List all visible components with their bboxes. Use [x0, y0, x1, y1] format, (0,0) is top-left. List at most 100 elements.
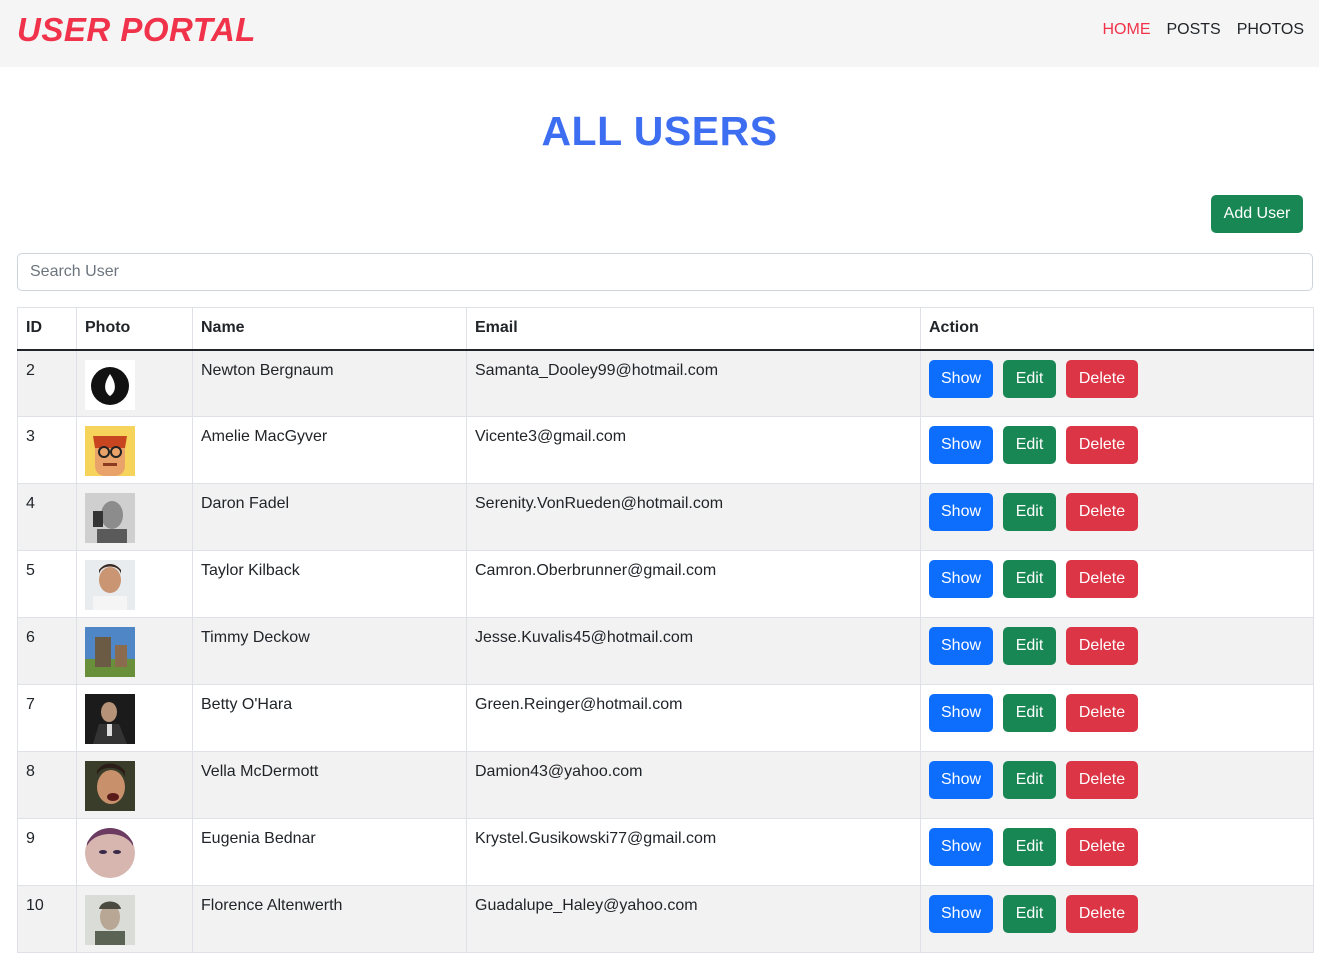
cell-email: Jesse.Kuvalis45@hotmail.com [466, 617, 921, 685]
delete-button[interactable]: Delete [1066, 828, 1138, 866]
edit-button[interactable]: Edit [1003, 493, 1056, 531]
cell-email: Damion43@yahoo.com [466, 751, 921, 819]
cell-actions: Show Edit Delete [920, 617, 1314, 685]
brand-logo[interactable]: USER PORTAL [17, 11, 256, 49]
cell-photo [76, 885, 193, 953]
table-row: 10 Florence Altenwerth Guadalupe_Haley@y… [17, 885, 1314, 953]
row-actions: Show Edit Delete [929, 895, 1305, 933]
cell-name: Betty O'Hara [192, 684, 467, 752]
delete-button[interactable]: Delete [1066, 761, 1138, 799]
cell-id: 9 [17, 818, 77, 886]
cell-name: Taylor Kilback [192, 550, 467, 618]
header-email: Email [466, 307, 921, 351]
search-input[interactable] [17, 253, 1313, 291]
cell-id: 3 [17, 416, 77, 484]
cell-id: 5 [17, 550, 77, 618]
row-actions: Show Edit Delete [929, 761, 1305, 799]
edit-button[interactable]: Edit [1003, 426, 1056, 464]
header-photo: Photo [76, 307, 193, 351]
edit-button[interactable]: Edit [1003, 895, 1056, 933]
users-table: ID Photo Name Email Action 2 Newton Berg… [17, 307, 1314, 953]
table-header-row: ID Photo Name Email Action [17, 307, 1314, 351]
cell-photo [76, 483, 193, 551]
cell-email: Vicente3@gmail.com [466, 416, 921, 484]
cell-actions: Show Edit Delete [920, 684, 1314, 752]
cell-name: Florence Altenwerth [192, 885, 467, 953]
cell-name: Timmy Deckow [192, 617, 467, 685]
page-title: ALL USERS [541, 108, 778, 154]
edit-button[interactable]: Edit [1003, 694, 1056, 732]
cell-photo [76, 818, 193, 886]
user-avatar [85, 493, 135, 543]
show-button[interactable]: Show [929, 694, 993, 732]
delete-button[interactable]: Delete [1066, 560, 1138, 598]
cell-id: 10 [17, 885, 77, 953]
edit-button[interactable]: Edit [1003, 359, 1056, 398]
users-table-wrap: ID Photo Name Email Action 2 Newton Berg… [17, 307, 1314, 953]
cell-email: Guadalupe_Haley@yahoo.com [466, 885, 921, 953]
user-avatar [85, 560, 135, 610]
cell-photo [76, 617, 193, 685]
cell-name: Eugenia Bednar [192, 818, 467, 886]
row-actions: Show Edit Delete [929, 426, 1305, 464]
user-avatar [85, 359, 135, 410]
row-actions: Show Edit Delete [929, 359, 1305, 398]
add-user-button[interactable]: Add User [1211, 195, 1303, 233]
cell-id: 2 [17, 349, 77, 417]
cell-name: Daron Fadel [192, 483, 467, 551]
table-body: 2 Newton Bergnaum Samanta_Dooley99@hotma… [17, 349, 1314, 953]
cell-actions: Show Edit Delete [920, 818, 1314, 886]
row-actions: Show Edit Delete [929, 560, 1305, 598]
nav-photos[interactable]: PHOTOS [1237, 21, 1304, 39]
show-button[interactable]: Show [929, 560, 993, 598]
show-button[interactable]: Show [929, 828, 993, 866]
cell-actions: Show Edit Delete [920, 349, 1314, 417]
show-button[interactable]: Show [929, 493, 993, 531]
show-button[interactable]: Show [929, 359, 993, 398]
edit-button[interactable]: Edit [1003, 627, 1056, 665]
show-button[interactable]: Show [929, 426, 993, 464]
user-avatar [85, 627, 135, 677]
table-row: 8 Vella McDermott Damion43@yahoo.com Sho… [17, 751, 1314, 819]
navbar: USER PORTAL HOME POSTS PHOTOS [0, 0, 1319, 67]
user-avatar [85, 426, 135, 476]
cell-actions: Show Edit Delete [920, 885, 1314, 953]
user-avatar [85, 895, 135, 945]
delete-button[interactable]: Delete [1066, 426, 1138, 464]
header-name: Name [192, 307, 467, 351]
delete-button[interactable]: Delete [1066, 694, 1138, 732]
cell-photo [76, 751, 193, 819]
delete-button[interactable]: Delete [1066, 627, 1138, 665]
show-button[interactable]: Show [929, 627, 993, 665]
cell-name: Newton Bergnaum [192, 349, 467, 417]
nav-posts[interactable]: POSTS [1166, 21, 1220, 39]
cell-id: 7 [17, 684, 77, 752]
table-row: 9 Eugenia Bednar Krystel.Gusikowski77@gm… [17, 818, 1314, 886]
delete-button[interactable]: Delete [1066, 493, 1138, 531]
nav-home[interactable]: HOME [1102, 21, 1150, 39]
cell-email: Krystel.Gusikowski77@gmail.com [466, 818, 921, 886]
edit-button[interactable]: Edit [1003, 560, 1056, 598]
cell-actions: Show Edit Delete [920, 483, 1314, 551]
cell-actions: Show Edit Delete [920, 416, 1314, 484]
cell-email: Samanta_Dooley99@hotmail.com [466, 349, 921, 417]
show-button[interactable]: Show [929, 761, 993, 799]
cell-actions: Show Edit Delete [920, 550, 1314, 618]
table-row: 7 Betty O'Hara Green.Reinger@hotmail.com… [17, 684, 1314, 752]
user-avatar [85, 694, 135, 744]
delete-button[interactable]: Delete [1066, 895, 1138, 933]
table-row: 5 Taylor Kilback Camron.Oberbrunner@gmai… [17, 550, 1314, 618]
edit-button[interactable]: Edit [1003, 828, 1056, 866]
table-row: 2 Newton Bergnaum Samanta_Dooley99@hotma… [17, 349, 1314, 417]
row-actions: Show Edit Delete [929, 694, 1305, 732]
nav-links: HOME POSTS PHOTOS [1102, 21, 1304, 39]
show-button[interactable]: Show [929, 895, 993, 933]
table-row: 6 Timmy Deckow Jesse.Kuvalis45@hotmail.c… [17, 617, 1314, 685]
user-avatar [85, 761, 135, 811]
row-actions: Show Edit Delete [929, 828, 1305, 866]
edit-button[interactable]: Edit [1003, 761, 1056, 799]
delete-button[interactable]: Delete [1066, 359, 1138, 398]
cell-id: 4 [17, 483, 77, 551]
row-actions: Show Edit Delete [929, 627, 1305, 665]
cell-photo [76, 349, 193, 417]
